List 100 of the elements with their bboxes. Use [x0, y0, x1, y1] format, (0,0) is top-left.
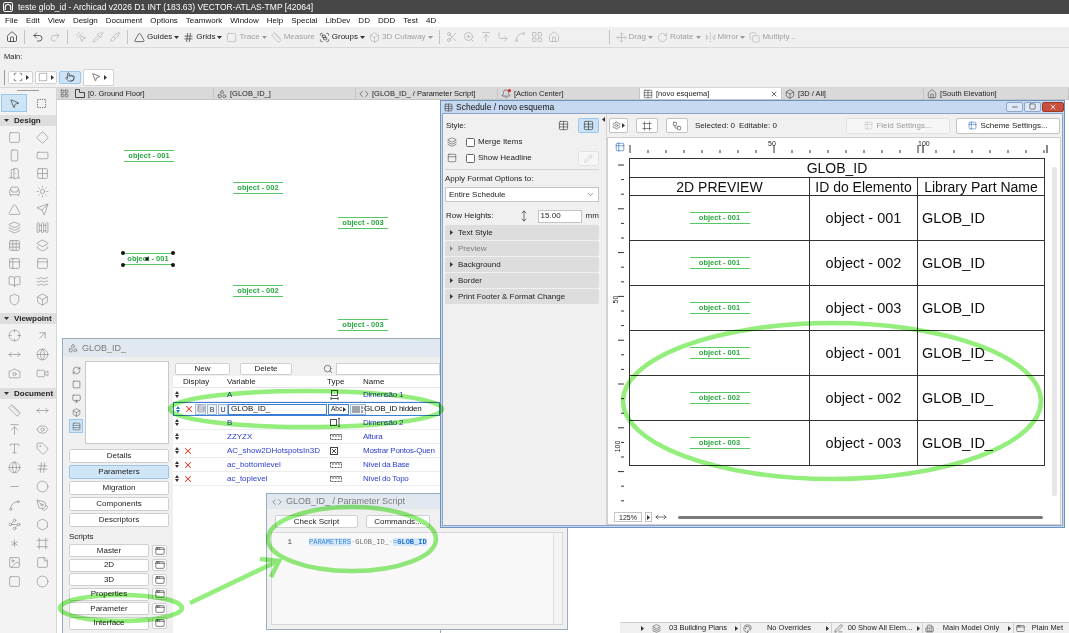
menu-item[interactable]: Edit: [21, 16, 44, 25]
zoom-menu-button[interactable]: [645, 512, 652, 522]
menu-item[interactable]: Teamwork: [181, 16, 227, 25]
page-button[interactable]: Details: [69, 449, 169, 463]
script-button[interactable]: Master: [69, 544, 149, 557]
script-button[interactable]: 2D: [69, 558, 149, 572]
view-mode-button[interactable]: [69, 363, 83, 377]
menu-item[interactable]: Special: [287, 16, 322, 25]
redo-icon: [48, 31, 61, 43]
info-box-tool[interactable]: [8, 70, 33, 84]
collapsible-section[interactable]: Print Footer & Format Change: [445, 289, 599, 304]
waypoints-icon: [7, 518, 21, 531]
toolbox-section-header[interactable]: Viewpoint: [0, 313, 56, 324]
toolbar-button[interactable]: Guides: [132, 28, 182, 46]
menu-item[interactable]: LibDev: [321, 16, 355, 25]
drag-handle-icon: [175, 447, 179, 454]
hand-pointer-icon: [65, 72, 75, 82]
list-button[interactable]: New: [175, 362, 230, 375]
menu-item[interactable]: 4D: [421, 16, 441, 25]
parameter-row[interactable]: AC_show2DHotspotsIn3D Mostrar Pontos-Quen: [173, 444, 440, 458]
row-height-field[interactable]: 15.00: [537, 209, 582, 223]
collapsible-section[interactable]: Text Style: [445, 225, 599, 240]
checkbox-label: Show Headline: [478, 154, 532, 162]
table-icon: [968, 121, 978, 130]
menu-item[interactable]: DDD: [373, 16, 400, 25]
search-field[interactable]: [336, 362, 440, 375]
toolbox-section-header[interactable]: Document: [0, 388, 56, 399]
page-button[interactable]: Components: [69, 497, 169, 511]
menu-item[interactable]: File: [1, 16, 22, 25]
page-button[interactable]: Parameters: [69, 465, 169, 479]
collapsible-section[interactable]: Background: [445, 257, 599, 272]
triangle-icon: [7, 202, 21, 216]
vertical-scrollbar[interactable]: [553, 533, 562, 624]
style-button[interactable]: [195, 403, 206, 415]
parameter-row[interactable]: ZZYZX Altura: [173, 430, 440, 444]
caret-down-icon: [4, 392, 9, 395]
info-box-tool[interactable]: [35, 70, 57, 84]
vertical-scrollbar[interactable]: [1052, 167, 1057, 496]
script-button[interactable]: Parameter: [69, 602, 149, 615]
menu-item[interactable]: Design: [68, 16, 102, 25]
info-box-tool[interactable]: [59, 70, 81, 84]
checkbox[interactable]: [466, 153, 475, 163]
toolbar-button[interactable]: Grids: [181, 28, 225, 46]
maximize-button[interactable]: [1024, 101, 1041, 112]
caret-down-icon: [174, 35, 180, 39]
grid-lines-icon: [183, 31, 195, 43]
caret-down-icon: [695, 35, 701, 39]
open-window-button[interactable]: [152, 559, 167, 571]
parameter-name: Nível do Topo: [363, 474, 409, 483]
view-mode-button[interactable]: [69, 405, 83, 419]
eye-icon: [35, 423, 49, 436]
door-icon: [7, 166, 21, 180]
page-button[interactable]: Migration: [69, 481, 169, 495]
close-button[interactable]: [1042, 101, 1064, 112]
apply-dropdown[interactable]: Entire Schedule: [445, 187, 599, 202]
code-icon: [359, 88, 369, 99]
info-box-tool[interactable]: [83, 68, 114, 86]
toolbar-button[interactable]: Groups: [316, 28, 367, 46]
menu-item[interactable]: Document: [101, 16, 147, 25]
variable-field[interactable]: GLOB_ID_: [228, 403, 327, 415]
pointer-click-icon: [74, 31, 87, 43]
tool-button[interactable]: [1, 94, 27, 112]
script-button[interactable]: 3D: [69, 573, 149, 586]
view-mode-button[interactable]: [69, 391, 83, 405]
menu-item[interactable]: Test: [399, 16, 422, 25]
menu-item[interactable]: View: [43, 16, 69, 25]
open-window-button[interactable]: [152, 602, 167, 615]
checkbox-type-icon: [330, 446, 338, 455]
palette-icon: [743, 623, 752, 633]
hexagon-icon: [35, 518, 49, 531]
menu-item[interactable]: Options: [146, 16, 182, 25]
toolbar-button[interactable]: [636, 118, 658, 133]
view-mode-button[interactable]: [69, 419, 83, 433]
undo-icon: [31, 31, 44, 43]
settings-dialog-button[interactable]: Scheme Settings...: [956, 117, 1060, 134]
frame-icon: [35, 537, 49, 550]
view-mode-button[interactable]: [69, 377, 83, 391]
open-window-button[interactable]: [152, 544, 167, 557]
menu-item[interactable]: DD: [354, 16, 374, 25]
collapsible-section[interactable]: Border: [445, 273, 599, 288]
checkbox[interactable]: [466, 137, 475, 147]
section-label: Scripts: [69, 533, 94, 541]
parameter-row[interactable]: ac_toplevel Nível do Topo: [173, 472, 440, 486]
list-button[interactable]: Delete: [240, 362, 292, 375]
minimize-button[interactable]: [1006, 101, 1023, 112]
code-icon: [272, 496, 282, 507]
toolbox-section-header[interactable]: Design: [0, 115, 56, 126]
menu-item[interactable]: Window: [226, 16, 263, 25]
horizontal-scrollbar[interactable]: [678, 515, 1043, 519]
menu-item[interactable]: Help: [262, 16, 288, 25]
page-button[interactable]: Descriptors: [69, 513, 169, 527]
style-option[interactable]: [578, 118, 599, 133]
open-window-button[interactable]: [152, 573, 167, 586]
caret-right-icon: [641, 625, 644, 631]
toolbar-button[interactable]: [666, 118, 688, 133]
table-cell: object - 003: [809, 420, 918, 466]
settings-button[interactable]: [609, 118, 628, 133]
grid-icon: [60, 89, 69, 98]
grid-icon: [7, 238, 21, 252]
parameter-row[interactable]: ac_bottomlevel Nível da Base: [173, 458, 440, 472]
